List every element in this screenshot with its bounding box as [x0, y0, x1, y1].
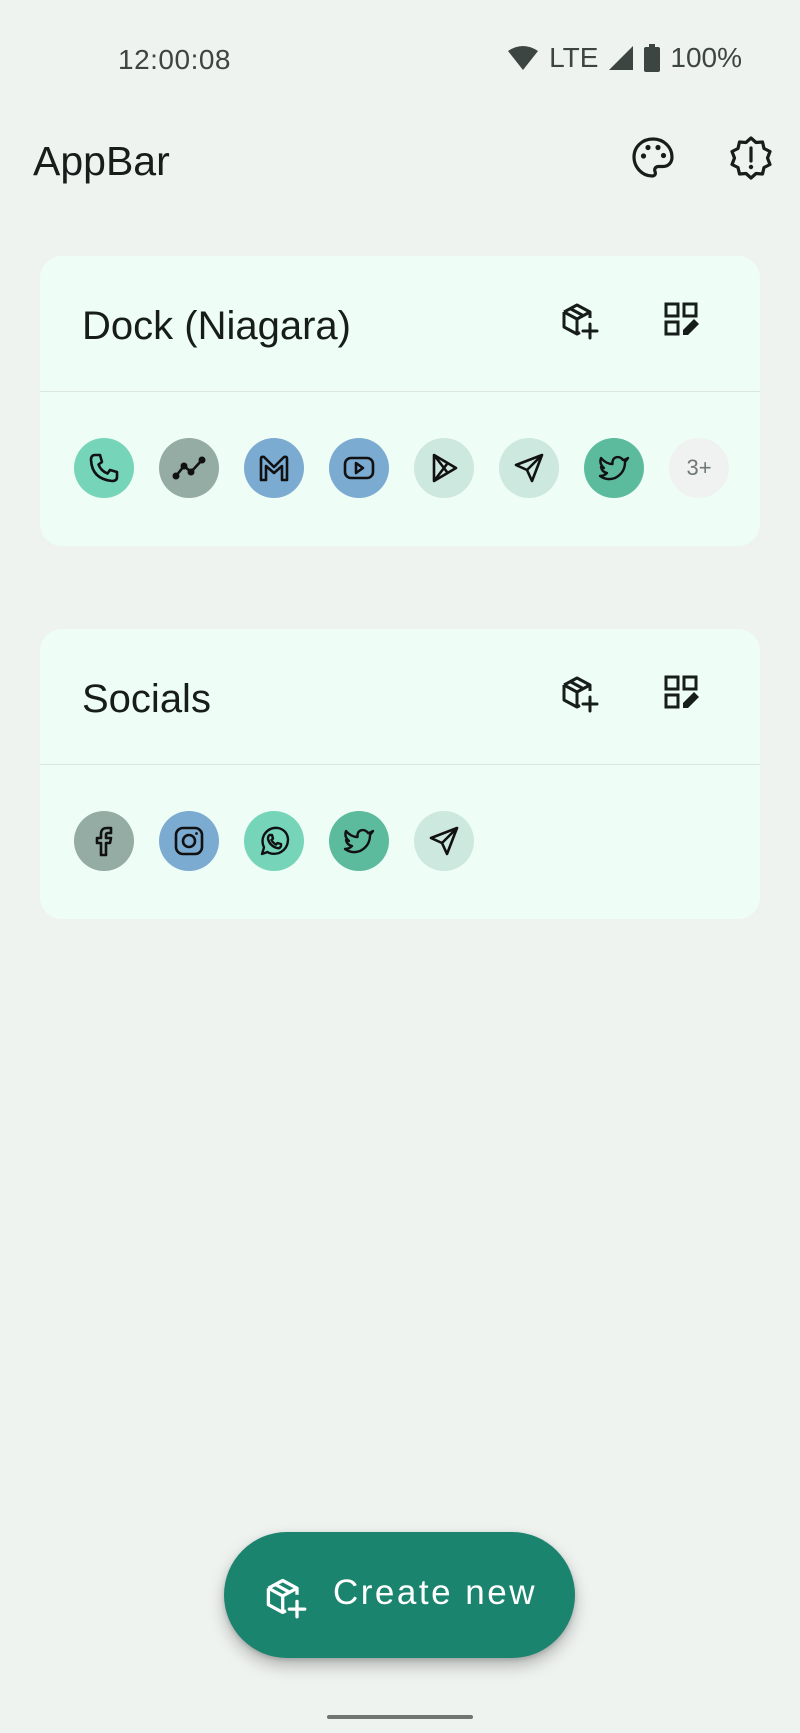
app-send[interactable] [499, 438, 559, 498]
add-to-group-button[interactable] [548, 290, 612, 354]
card-header: Socials [40, 629, 760, 765]
app-whatsapp[interactable] [244, 811, 304, 871]
send-icon [429, 826, 459, 856]
play-store-icon [432, 453, 458, 483]
app-chart[interactable] [159, 438, 219, 498]
card-divider [40, 391, 760, 392]
battery-level: 100% [670, 42, 742, 73]
alert-badge-icon [728, 135, 774, 186]
app-gmail[interactable] [244, 438, 304, 498]
app-row: 3+ [74, 438, 729, 498]
twitter-icon [343, 828, 375, 854]
send-icon [514, 453, 544, 483]
add-box-icon [560, 300, 600, 345]
edit-group-button[interactable] [650, 663, 714, 727]
group-card-socials[interactable]: Socials [40, 629, 760, 919]
create-new-label: Create new [333, 1573, 537, 1612]
create-new-button[interactable]: Create new [224, 1532, 575, 1658]
cell-signal-icon [608, 45, 634, 71]
app-twitter[interactable] [329, 811, 389, 871]
app-bar: AppBar [0, 120, 800, 200]
chart-line-icon [172, 456, 206, 480]
card-divider [40, 764, 760, 765]
alert-button[interactable] [723, 132, 779, 188]
app-phone[interactable] [74, 438, 134, 498]
youtube-icon [343, 456, 375, 480]
edit-grid-icon [663, 301, 701, 344]
phone-icon [89, 453, 119, 483]
instagram-icon [174, 826, 204, 856]
facebook-icon [95, 826, 113, 857]
group-card-dock[interactable]: Dock (Niagara) 3+ [40, 256, 760, 546]
add-box-icon [560, 673, 600, 718]
app-instagram[interactable] [159, 811, 219, 871]
status-time: 12:00:08 [118, 44, 231, 75]
wifi-icon [507, 45, 539, 71]
status-indicators: LTE 100% [507, 42, 742, 74]
whatsapp-icon [260, 826, 290, 856]
app-twitter[interactable] [584, 438, 644, 498]
edit-group-button[interactable] [650, 290, 714, 354]
group-title: Socials [82, 677, 211, 721]
palette-icon [631, 136, 675, 185]
palette-button[interactable] [625, 132, 681, 188]
gesture-navigation-bar[interactable] [327, 1715, 473, 1719]
app-play-store[interactable] [414, 438, 474, 498]
status-bar: 12:00:08 LTE 100% [0, 0, 800, 120]
gmail-icon [259, 455, 289, 482]
edit-grid-icon [663, 674, 701, 717]
add-to-group-button[interactable] [548, 663, 612, 727]
app-facebook[interactable] [74, 811, 134, 871]
app-send[interactable] [414, 811, 474, 871]
card-header: Dock (Niagara) [40, 256, 760, 392]
page-title: AppBar [33, 138, 170, 184]
app-row [74, 811, 474, 871]
network-type: LTE [549, 42, 599, 73]
battery-icon [644, 44, 661, 72]
twitter-icon [598, 455, 630, 481]
add-box-icon [264, 1575, 308, 1619]
app-youtube[interactable] [329, 438, 389, 498]
more-apps-badge[interactable]: 3+ [669, 438, 729, 498]
group-title: Dock (Niagara) [82, 304, 351, 348]
